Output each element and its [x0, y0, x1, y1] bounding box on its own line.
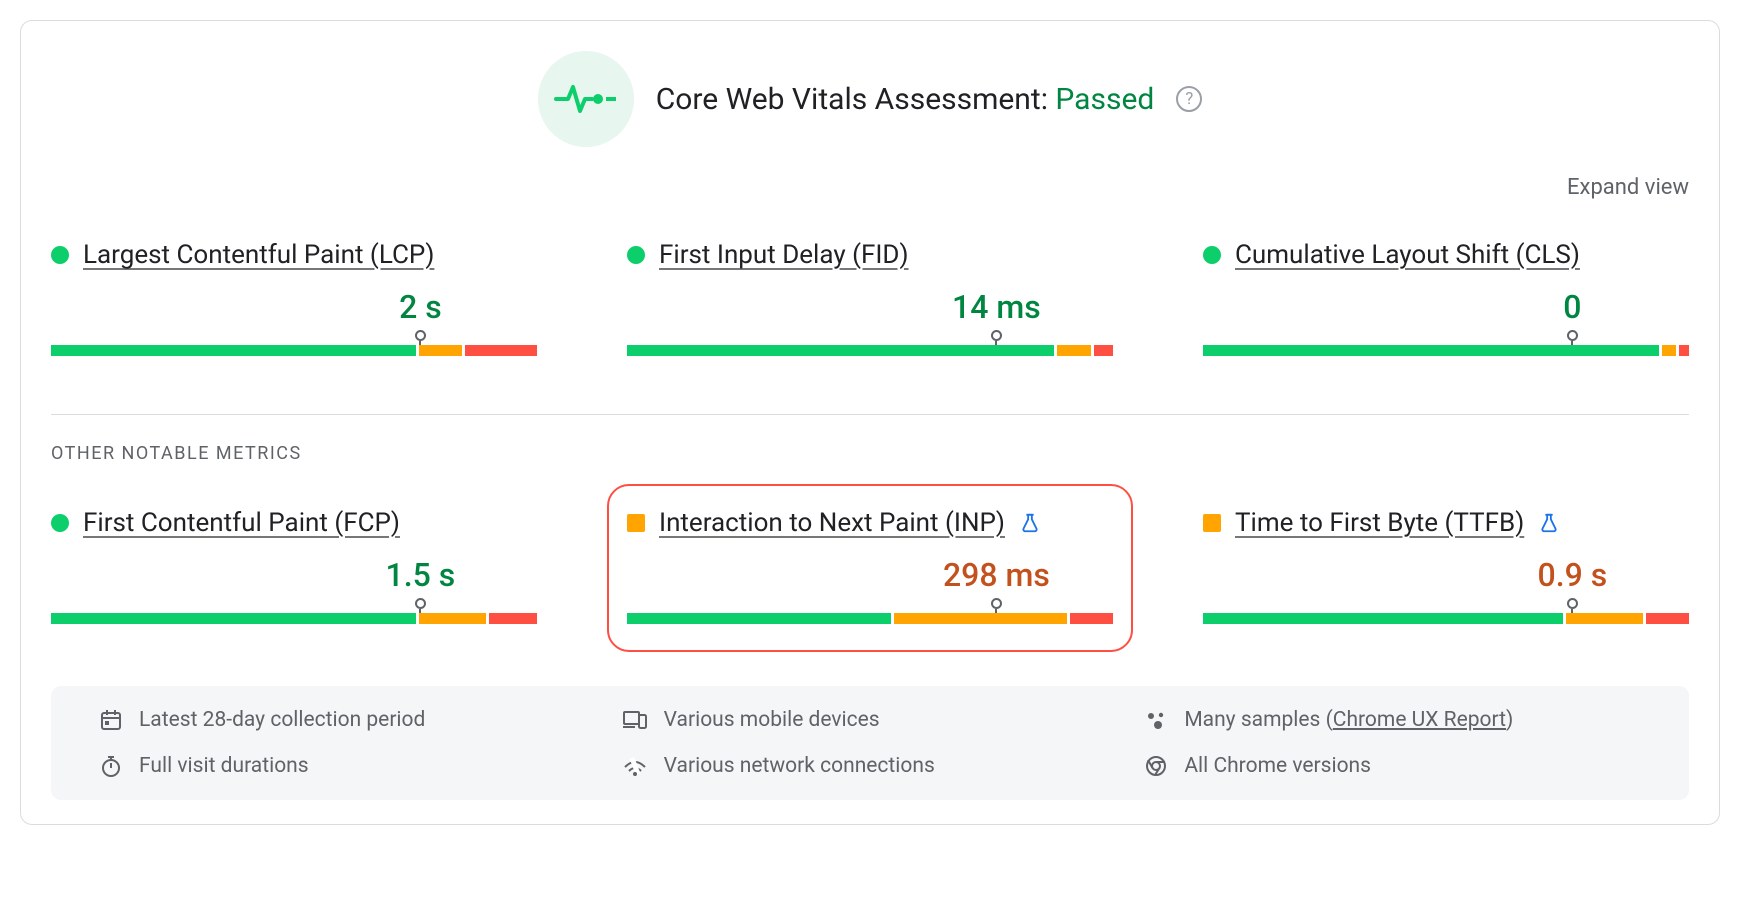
- header: Core Web Vitals Assessment: Passed ?: [51, 51, 1689, 147]
- status-indicator: [627, 246, 645, 264]
- metric-value: 2 s: [399, 288, 442, 326]
- seg-poor: [465, 345, 537, 356]
- experimental-icon[interactable]: [1538, 512, 1560, 534]
- data-context-footer: Latest 28-day collection period Various …: [51, 686, 1689, 800]
- metric-name-link[interactable]: Cumulative Layout Shift (CLS): [1235, 240, 1580, 270]
- status-indicator: [51, 514, 69, 532]
- experimental-icon[interactable]: [1019, 512, 1041, 534]
- seg-good: [627, 345, 1054, 356]
- header-title: Core Web Vitals Assessment: Passed: [656, 82, 1155, 117]
- metric-value: 0.9 s: [1538, 556, 1608, 594]
- metric-value-row: 14 ms: [627, 288, 1113, 324]
- vitals-pulse-icon: [538, 51, 634, 147]
- distribution-bar: [627, 598, 1113, 624]
- seg-improvement: [419, 613, 486, 624]
- status-indicator: [627, 514, 645, 532]
- status-indicator: [1203, 246, 1221, 264]
- help-icon[interactable]: ?: [1176, 86, 1202, 112]
- devices-icon: [622, 708, 648, 732]
- expand-view-link[interactable]: Expand view: [1567, 175, 1689, 200]
- metric-value: 1.5 s: [386, 556, 456, 594]
- seg-good: [627, 613, 891, 624]
- seg-good: [51, 613, 416, 624]
- stopwatch-icon: [99, 754, 123, 778]
- other-metrics-grid: First Contentful Paint (FCP) 1.5 s Interac…: [51, 504, 1689, 632]
- metric-interaction-to-next-paint: Interaction to Next Paint (INP) 298 ms: [627, 504, 1113, 632]
- metric-name-link[interactable]: Time to First Byte (TTFB): [1235, 508, 1524, 538]
- seg-good: [1203, 345, 1659, 356]
- metric-first-contentful-paint: First Contentful Paint (FCP) 1.5 s: [51, 504, 537, 632]
- seg-improvement: [419, 345, 462, 356]
- seg-improvement: [1662, 345, 1676, 356]
- scatter-icon: [1144, 708, 1168, 732]
- metric-name-link[interactable]: Largest Contentful Paint (LCP): [83, 240, 434, 270]
- metric-value: 298 ms: [943, 556, 1050, 594]
- seg-poor: [489, 613, 537, 624]
- metric-value: 0: [1563, 288, 1581, 326]
- crux-link[interactable]: Chrome UX Report: [1333, 708, 1506, 732]
- footer-devices-text: Various mobile devices: [664, 708, 880, 732]
- seg-improvement: [1566, 613, 1643, 624]
- metric-value-row: 0: [1203, 288, 1689, 324]
- metric-cumulative-layout-shift: Cumulative Layout Shift (CLS) 0: [1203, 236, 1689, 364]
- footer-period: Latest 28-day collection period: [99, 708, 596, 732]
- metric-value-row: 0.9 s: [1203, 556, 1689, 592]
- footer-versions-text: All Chrome versions: [1184, 754, 1371, 778]
- cwv-panel: Core Web Vitals Assessment: Passed ? Exp…: [20, 20, 1720, 825]
- metric-name-link[interactable]: Interaction to Next Paint (INP): [659, 508, 1005, 538]
- distribution-bar: [51, 330, 537, 356]
- footer-samples: Many samples (Chrome UX Report): [1144, 708, 1641, 732]
- distribution-bar: [627, 330, 1113, 356]
- footer-versions: All Chrome versions: [1144, 754, 1641, 778]
- footer-durations-text: Full visit durations: [139, 754, 309, 778]
- status-indicator: [1203, 514, 1221, 532]
- seg-good: [51, 345, 416, 356]
- seg-good: [1203, 613, 1563, 624]
- seg-poor: [1679, 345, 1689, 356]
- header-title-label: Core Web Vitals Assessment:: [656, 82, 1056, 117]
- seg-poor: [1646, 613, 1689, 624]
- footer-samples-text: Many samples (Chrome UX Report): [1184, 708, 1513, 732]
- metric-largest-contentful-paint: Largest Contentful Paint (LCP) 2 s: [51, 236, 537, 364]
- metric-first-input-delay: First Input Delay (FID) 14 ms: [627, 236, 1113, 364]
- metric-value-row: 298 ms: [627, 556, 1113, 592]
- other-metrics-label: OTHER NOTABLE METRICS: [51, 443, 1689, 464]
- footer-period-text: Latest 28-day collection period: [139, 708, 425, 732]
- seg-poor: [1070, 613, 1113, 624]
- status-indicator: [51, 246, 69, 264]
- calendar-icon: [99, 708, 123, 732]
- network-icon: [622, 754, 648, 778]
- footer-network: Various network connections: [622, 754, 1119, 778]
- metric-value: 14 ms: [952, 288, 1041, 326]
- distribution-bar: [1203, 330, 1689, 356]
- metric-name-link[interactable]: First Input Delay (FID): [659, 240, 909, 270]
- footer-devices: Various mobile devices: [622, 708, 1119, 732]
- footer-network-text: Various network connections: [664, 754, 935, 778]
- divider: [51, 414, 1689, 415]
- seg-improvement: [894, 613, 1067, 624]
- metric-value-row: 1.5 s: [51, 556, 537, 592]
- chrome-icon: [1144, 754, 1168, 778]
- seg-poor: [1094, 345, 1113, 356]
- metric-value-row: 2 s: [51, 288, 537, 324]
- core-metrics-grid: Largest Contentful Paint (LCP) 2 s First I…: [51, 236, 1689, 364]
- seg-improvement: [1057, 345, 1091, 356]
- assessment-status: Passed: [1055, 82, 1154, 117]
- distribution-bar: [51, 598, 537, 624]
- footer-durations: Full visit durations: [99, 754, 596, 778]
- distribution-bar: [1203, 598, 1689, 624]
- metric-time-to-first-byte: Time to First Byte (TTFB) 0.9 s: [1203, 504, 1689, 632]
- metric-name-link[interactable]: First Contentful Paint (FCP): [83, 508, 400, 538]
